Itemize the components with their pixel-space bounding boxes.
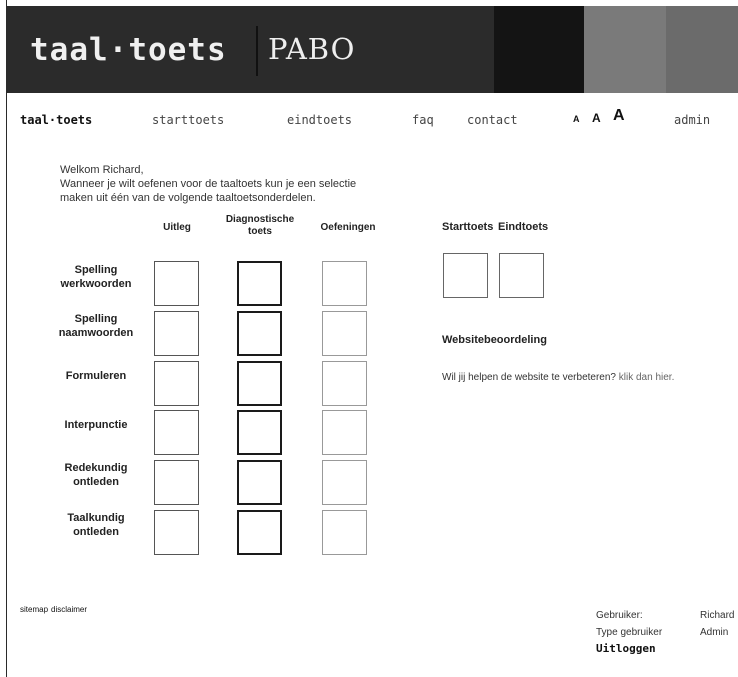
- welcome-text: Welkom Richard, Wanneer je wilt oefenen …: [60, 163, 356, 205]
- row-label-formuleren: Formuleren: [44, 369, 148, 383]
- diagnostic-box-spelling-werkwoorden[interactable]: [237, 261, 282, 306]
- row-label-line: Interpunctie: [64, 419, 128, 431]
- improve-question: Wil jij helpen de website te verbeteren?: [442, 372, 616, 383]
- uitleg-box-spelling-naamwoorden[interactable]: [154, 311, 199, 356]
- site-header: taal·toets PABO: [6, 6, 738, 93]
- exercise-box-taalkundig-ontleden[interactable]: [322, 510, 367, 555]
- row-label-redekundig-ontleden: Redekundig ontleden: [44, 461, 148, 489]
- user-label: Gebruiker:: [596, 610, 643, 621]
- website-improve-text: Wil jij helpen de website te verbeteren?…: [442, 372, 674, 383]
- column-header-diag-line-1: Diagnostische: [225, 214, 295, 225]
- row-label-line: naamwoorden: [58, 327, 134, 339]
- row-label-spelling-werkwoorden: Spelling werkwoorden: [44, 263, 148, 291]
- font-size-small-button[interactable]: A: [573, 114, 580, 124]
- exercise-box-spelling-werkwoorden[interactable]: [322, 261, 367, 306]
- improve-link[interactable]: klik dan hier.: [619, 372, 675, 383]
- diagnostic-box-spelling-naamwoorden[interactable]: [237, 311, 282, 356]
- column-header-uitleg: Uitleg: [163, 222, 191, 233]
- exercise-box-spelling-naamwoorden[interactable]: [322, 311, 367, 356]
- row-label-line: ontleden: [73, 476, 119, 488]
- welcome-line-2: maken uit één van de volgende taaltoetso…: [60, 192, 316, 204]
- column-header-diagnostische: Diagnostische toets: [216, 214, 304, 238]
- diagnostic-box-formuleren[interactable]: [237, 361, 282, 406]
- exercise-box-interpunctie[interactable]: [322, 410, 367, 455]
- user-type-value: Admin: [700, 627, 729, 638]
- row-label-line: werkwoorden: [60, 278, 132, 290]
- logo-divider: [256, 26, 258, 76]
- disclaimer-link[interactable]: disclaimer: [51, 605, 87, 614]
- header-dark-block: [494, 6, 584, 93]
- site-logo[interactable]: taal·toets: [30, 32, 227, 68]
- row-label-line: Redekundig: [64, 462, 128, 474]
- uitleg-box-taalkundig-ontleden[interactable]: [154, 510, 199, 555]
- footer-links: sitemap disclaimer: [20, 605, 90, 614]
- row-label-spelling-naamwoorden: Spelling naamwoorden: [44, 312, 148, 340]
- row-label-taalkundig-ontleden: Taalkundig ontleden: [44, 511, 148, 539]
- welcome-greeting: Welkom Richard,: [60, 164, 144, 176]
- row-label-line: Spelling: [74, 313, 118, 325]
- nav-faq[interactable]: faq: [412, 113, 434, 127]
- starttoets-box[interactable]: [443, 253, 488, 298]
- page-frame-border: [6, 0, 7, 677]
- website-review-heading: Websitebeoordeling: [442, 334, 547, 346]
- row-label-line: ontleden: [73, 526, 119, 538]
- font-size-large-button[interactable]: A: [613, 107, 625, 125]
- exercise-box-formuleren[interactable]: [322, 361, 367, 406]
- user-value: Richard: [700, 610, 735, 621]
- font-size-medium-button[interactable]: A: [592, 111, 601, 125]
- site-logo-sub: PABO: [268, 32, 356, 66]
- nav-admin[interactable]: admin: [674, 113, 710, 127]
- header-grey-block: [584, 6, 666, 93]
- column-header-oefeningen: Oefeningen: [320, 222, 376, 233]
- row-label-line: Spelling: [74, 264, 118, 276]
- uitleg-box-spelling-werkwoorden[interactable]: [154, 261, 199, 306]
- diagnostic-box-interpunctie[interactable]: [237, 410, 282, 455]
- nav-home-link[interactable]: taal·toets: [20, 113, 92, 127]
- row-label-interpunctie: Interpunctie: [44, 418, 148, 432]
- nav-eindtoets[interactable]: eindtoets: [287, 113, 352, 127]
- uitleg-box-formuleren[interactable]: [154, 361, 199, 406]
- nav-starttoets[interactable]: starttoets: [152, 113, 224, 127]
- diagnostic-box-redekundig-ontleden[interactable]: [237, 460, 282, 505]
- header-grey-block-2: [666, 6, 738, 93]
- nav-contact[interactable]: contact: [467, 113, 518, 127]
- starttoets-label: Starttoets: [442, 221, 494, 233]
- welcome-line-1: Wanneer je wilt oefenen voor de taaltoet…: [60, 178, 357, 190]
- diagnostic-box-taalkundig-ontleden[interactable]: [237, 510, 282, 555]
- exercise-box-redekundig-ontleden[interactable]: [322, 460, 367, 505]
- user-type-label: Type gebruiker: [596, 627, 663, 638]
- row-label-line: Taalkundig: [67, 512, 125, 524]
- column-header-diag-line-2: toets: [248, 226, 272, 237]
- logout-link[interactable]: Uitloggen: [596, 642, 656, 655]
- sitemap-link[interactable]: sitemap: [20, 605, 48, 614]
- uitleg-box-redekundig-ontleden[interactable]: [154, 460, 199, 505]
- row-label-line: Formuleren: [65, 370, 127, 382]
- eindtoets-box[interactable]: [499, 253, 544, 298]
- eindtoets-label: Eindtoets: [498, 221, 549, 233]
- uitleg-box-interpunctie[interactable]: [154, 410, 199, 455]
